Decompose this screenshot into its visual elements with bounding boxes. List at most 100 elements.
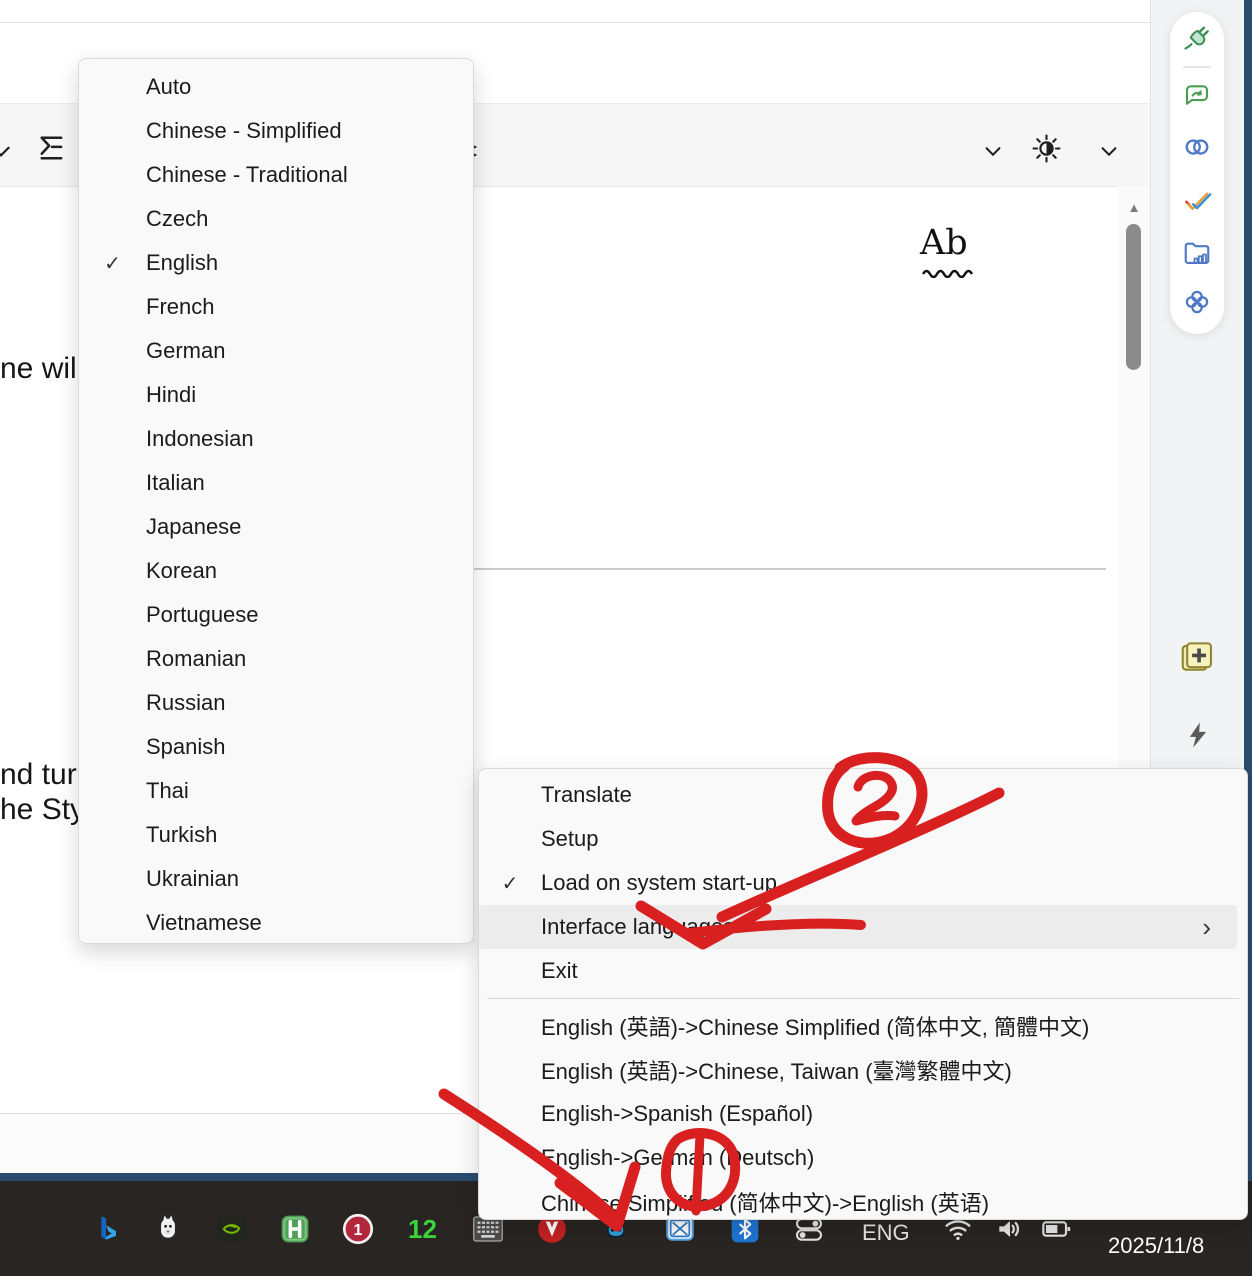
brightness-contrast-icon[interactable] [1030, 132, 1063, 165]
tray-menu-items: TranslateSetup✓Load on system start-upIn… [479, 773, 1247, 993]
document-text-fragment: nd tur [0, 758, 77, 792]
checkmark-icon: ✓ [79, 251, 146, 276]
menu-item-label: Spanish [146, 734, 226, 760]
menu-item-label: German [146, 338, 225, 364]
document-text-fragment: he Sty [0, 793, 85, 827]
quick-action-lightning-icon[interactable] [1183, 720, 1213, 750]
folder-chart-icon[interactable] [1182, 237, 1212, 267]
add-note-icon[interactable] [1178, 638, 1216, 676]
language-pair-label: Chinese Simplified (简体中文)->English (英语) [541, 1186, 989, 1218]
menu-item-label: Indonesian [146, 426, 254, 452]
menu-item-label: Chinese - Simplified [146, 118, 342, 144]
chevron-down-icon[interactable] [0, 138, 14, 164]
tray-menu-item-load-on-system-start-up[interactable]: ✓Load on system start-up [479, 861, 1247, 905]
clover-icon[interactable] [1182, 287, 1212, 317]
language-menu-item[interactable]: Japanese [79, 505, 473, 549]
menu-separator [487, 998, 1239, 999]
menu-item-label: Translate [541, 782, 632, 808]
language-pair-item[interactable]: English (英語)->Chinese Simplified (简体中文, … [479, 1004, 1247, 1048]
language-pair-label: English->German (Deutsch) [541, 1145, 814, 1171]
language-menu-item[interactable]: Auto [79, 65, 473, 109]
highlight-style-button[interactable]: Ab [920, 224, 984, 280]
translate-paragraph-icon[interactable] [36, 132, 68, 164]
menu-item-label: Russian [146, 690, 225, 716]
document-text-fragment: ne wil [0, 352, 77, 386]
svg-text:1: 1 [354, 1222, 363, 1239]
language-menu-item[interactable]: Czech [79, 197, 473, 241]
menu-item-label: English [146, 250, 218, 276]
menu-item-label: Exit [541, 958, 578, 984]
plugin-plug-icon[interactable] [1182, 22, 1212, 52]
tray-menu-item-interface-languages[interactable]: Interface languages › [479, 905, 1237, 949]
language-menu-item[interactable]: French [79, 285, 473, 329]
menu-item-label: Portuguese [146, 602, 259, 628]
language-menu-item[interactable]: Turkish [79, 813, 473, 857]
language-menu-item[interactable]: German [79, 329, 473, 373]
language-pair-item[interactable]: Chinese Simplified (简体中文)->English (英语) [479, 1180, 1247, 1224]
menu-item-label: Setup [541, 826, 599, 852]
language-menu-item[interactable]: Chinese - Simplified [79, 109, 473, 153]
llama-app-icon[interactable] [152, 1213, 184, 1245]
highlight-style-label: Ab [920, 223, 968, 263]
notification-badge-icon[interactable]: 1 [342, 1213, 374, 1245]
language-menu-items: Auto Chinese - Simplified Chinese - Tradit… [79, 65, 473, 945]
menu-item-label: Romanian [146, 646, 246, 672]
tray-counter[interactable]: 12 [408, 1214, 437, 1245]
h-app-icon[interactable] [279, 1213, 311, 1245]
tray-menu-item-translate[interactable]: Translate [479, 773, 1247, 817]
taskbar-date[interactable]: 2025/11/8 [1108, 1233, 1204, 1259]
menu-item-label: Italian [146, 470, 205, 496]
language-pair-item[interactable]: English (英語)->Chinese, Taiwan (臺灣繁體中文) [479, 1048, 1247, 1092]
language-menu-item[interactable]: Thai [79, 769, 473, 813]
scrollbar-thumb[interactable] [1126, 224, 1141, 370]
menu-item-label: Thai [146, 778, 189, 804]
chevron-down-icon[interactable] [1098, 140, 1120, 162]
language-pair-label: English (英語)->Chinese Simplified (简体中文, … [541, 1010, 1089, 1042]
translate-chat-icon[interactable] [1182, 80, 1212, 110]
language-pair-item[interactable]: English->Spanish (Español) [479, 1092, 1247, 1136]
nvidia-icon[interactable] [216, 1213, 248, 1245]
menu-item-label: Vietnamese [146, 910, 262, 936]
language-menu-item[interactable]: Italian [79, 461, 473, 505]
bing-icon[interactable] [92, 1213, 124, 1245]
menu-item-label: Czech [146, 206, 208, 232]
language-pair-label: English->Spanish (Español) [541, 1101, 813, 1127]
scrollbar-up-arrow[interactable]: ▲ [1124, 198, 1144, 218]
menu-item-label: Load on system start-up [541, 870, 777, 896]
menu-item-label: Japanese [146, 514, 241, 540]
menu-item-label: Korean [146, 558, 217, 584]
target-language-menu: Auto Chinese - Simplified Chinese - Tradit… [78, 58, 474, 944]
language-menu-item[interactable]: Spanish [79, 725, 473, 769]
language-pair-item[interactable]: English->German (Deutsch) [479, 1136, 1247, 1180]
language-menu-item[interactable]: Romanian [79, 637, 473, 681]
menu-item-label: Hindi [146, 382, 196, 408]
chevron-down-icon[interactable] [982, 140, 1004, 162]
language-menu-item[interactable]: Hindi [79, 373, 473, 417]
language-menu-item[interactable]: Portuguese [79, 593, 473, 637]
menu-item-label: Chinese - Traditional [146, 162, 348, 188]
submenu-arrow-icon: › [1202, 917, 1211, 937]
language-menu-item[interactable]: Chinese - Traditional [79, 153, 473, 197]
double-check-icon[interactable] [1182, 185, 1212, 215]
menu-item-label: Ukrainian [146, 866, 239, 892]
link-rings-icon[interactable] [1182, 132, 1212, 162]
tray-context-menu: TranslateSetup✓Load on system start-upIn… [478, 768, 1248, 1220]
language-menu-item[interactable]: Vietnamese [79, 901, 473, 945]
language-menu-item[interactable]: Indonesian [79, 417, 473, 461]
menu-item-label: French [146, 294, 214, 320]
menu-item-label: Auto [146, 74, 191, 100]
assistant-pill-toolbar [1170, 12, 1224, 334]
pill-divider [1183, 66, 1211, 68]
tray-menu-item-setup[interactable]: Setup [479, 817, 1247, 861]
tray-menu-pairs: English (英語)->Chinese Simplified (简体中文, … [479, 1004, 1247, 1224]
language-menu-item[interactable]: ✓English [79, 241, 473, 285]
checkmark-icon: ✓ [479, 871, 541, 896]
language-menu-item[interactable]: Korean [79, 549, 473, 593]
language-menu-item[interactable]: Russian [79, 681, 473, 725]
tray-menu-item-exit[interactable]: Exit [479, 949, 1247, 993]
language-menu-item[interactable]: Ukrainian [79, 857, 473, 901]
menu-item-label: Turkish [146, 822, 217, 848]
language-pair-label: English (英語)->Chinese, Taiwan (臺灣繁體中文) [541, 1054, 1012, 1086]
window-top-divider [0, 22, 1150, 23]
menu-item-label: Interface languages [541, 914, 734, 940]
